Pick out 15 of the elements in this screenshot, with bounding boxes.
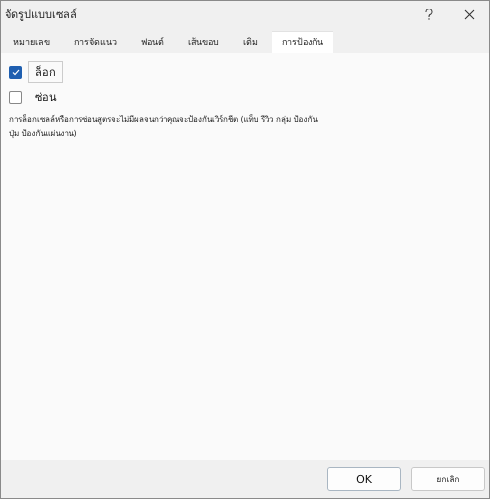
tab[interactable]: การป้องกัน bbox=[272, 31, 333, 53]
window-title: จัดรูปแบบเซลล์ bbox=[5, 7, 78, 23]
cancel-button[interactable]: ยกเลิก bbox=[411, 467, 485, 491]
check-icon bbox=[12, 68, 20, 76]
tab[interactable]: หมายเลข bbox=[3, 31, 60, 53]
checkbox-label[interactable]: ซ่อน bbox=[28, 86, 64, 108]
tab[interactable]: เส้นขอบ bbox=[178, 31, 229, 53]
tab[interactable]: การจัดแนว bbox=[64, 31, 127, 53]
tab[interactable]: ฟอนต์ bbox=[131, 31, 174, 53]
checkbox[interactable] bbox=[9, 90, 22, 104]
checkbox[interactable] bbox=[9, 66, 22, 78]
ok-button[interactable]: OK bbox=[327, 467, 401, 491]
checkbox-label[interactable]: ล็อก bbox=[28, 61, 63, 83]
protection-note: การล็อกเซลล์หรือการซ่อนสูตรจะไม่มีผลจนกว่าคุณจะป้องกันเวิร์กชีต (แท็บ รีวิว กลุ่ม ป้องกัน ปุ่ม ป้องกันแผ่นงาน) bbox=[9, 113, 319, 140]
tab[interactable]: เติม bbox=[233, 31, 268, 53]
